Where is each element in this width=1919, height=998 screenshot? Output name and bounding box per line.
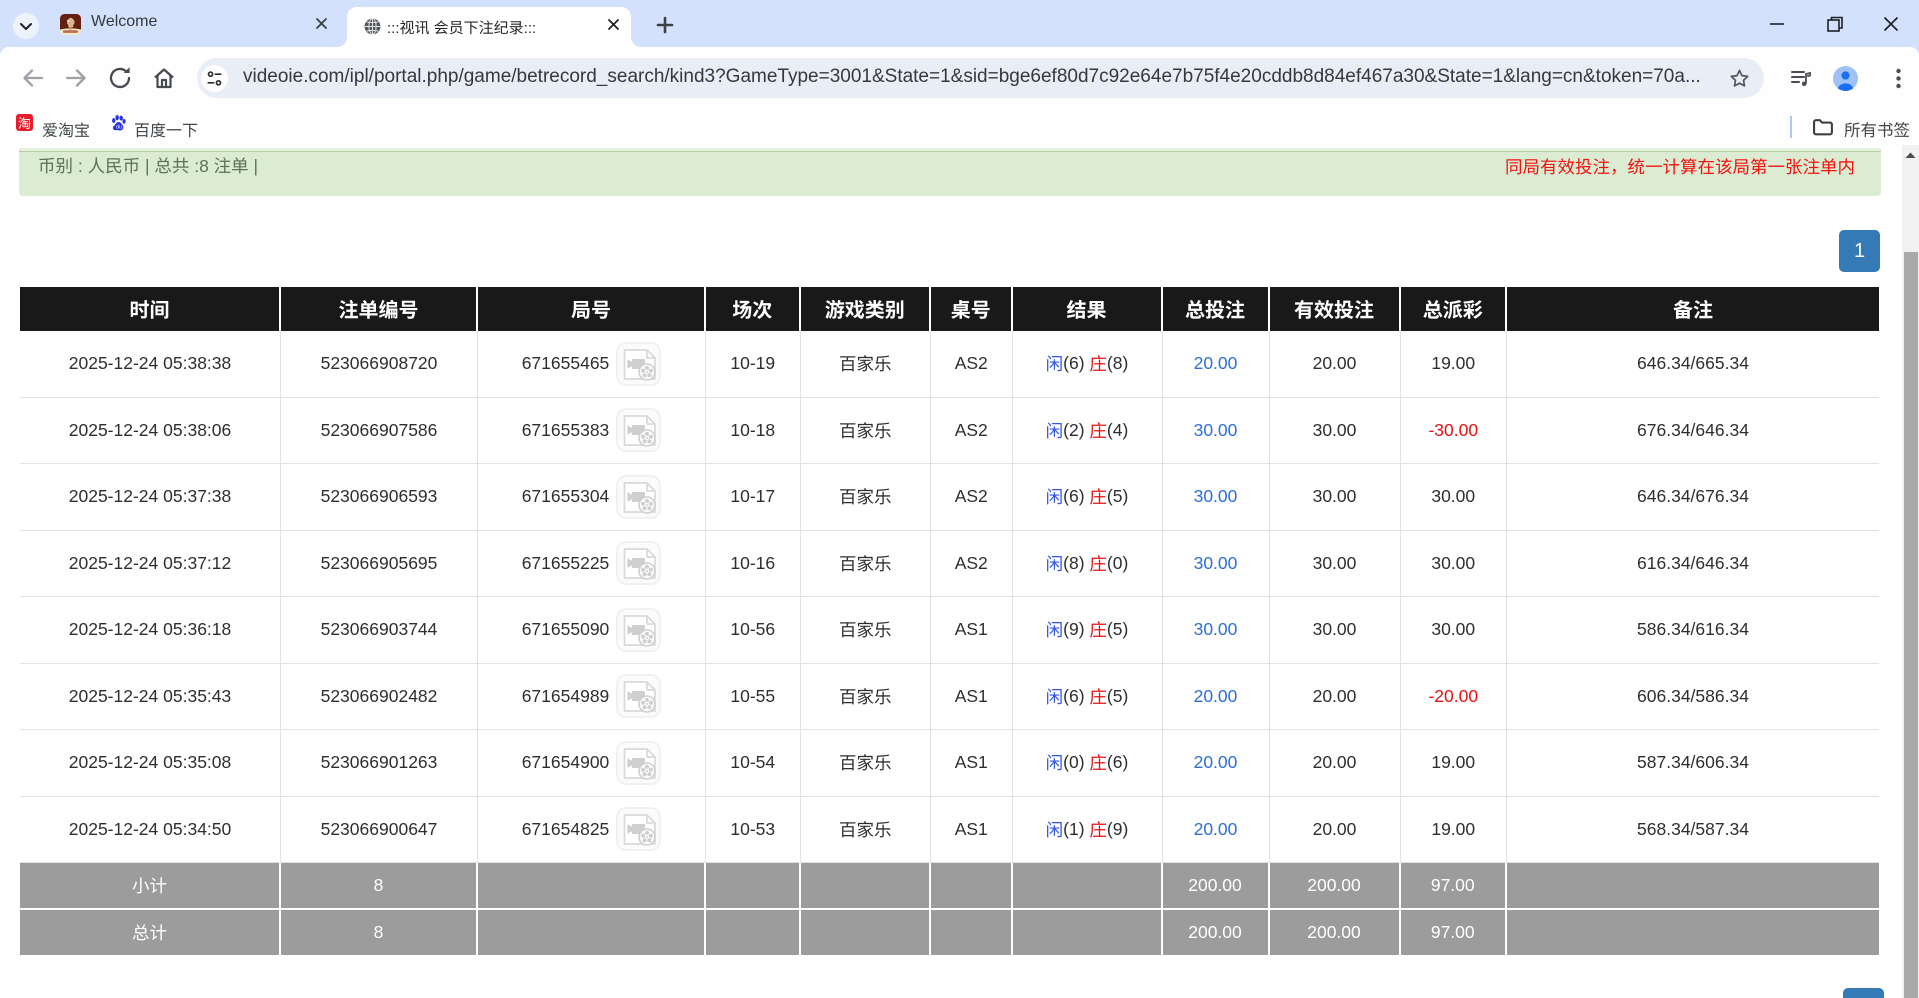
svg-text:du: du [116, 124, 122, 130]
